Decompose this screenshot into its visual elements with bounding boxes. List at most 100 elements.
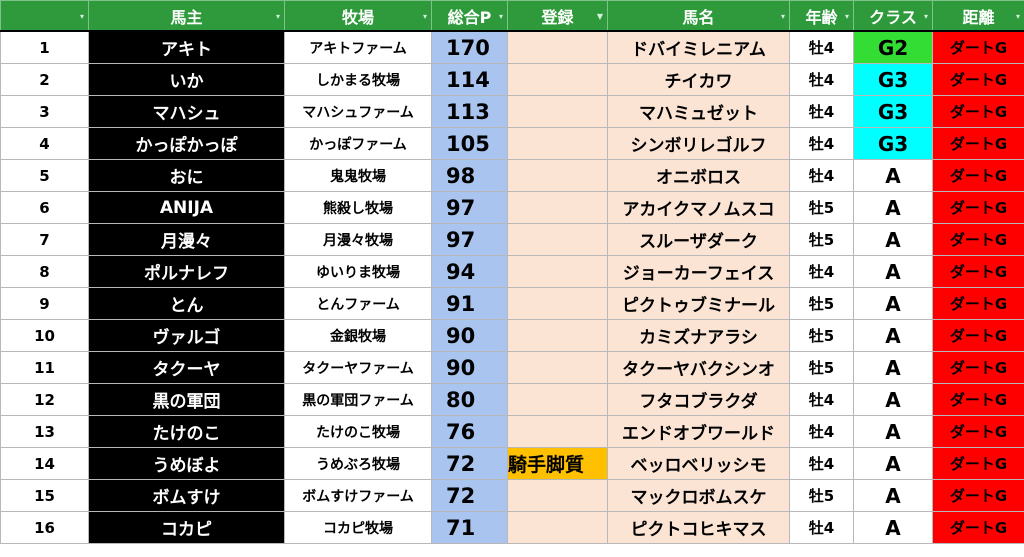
registration-cell[interactable]	[507, 351, 608, 384]
age-cell[interactable]: 牡4	[789, 127, 854, 160]
rank-cell[interactable]: 1	[0, 30, 89, 64]
distance-cell[interactable]: ダートG	[932, 127, 1024, 160]
table-row[interactable]: 6 ANIJA 熊殺し牧場 97 アカイクマノムスコ 牡5 A ダートG	[0, 191, 1024, 224]
rank-cell[interactable]: 7	[0, 223, 89, 256]
registration-cell[interactable]	[507, 255, 608, 288]
horse-name-cell[interactable]: ドバイミレニアム	[607, 30, 790, 64]
registration-cell[interactable]	[507, 479, 608, 512]
header-distance[interactable]: 距離 ▾	[932, 0, 1024, 32]
filter-icon[interactable]: ▾	[781, 13, 785, 21]
class-cell[interactable]: A	[853, 287, 933, 320]
ranch-cell[interactable]: しかまる牧場	[284, 63, 432, 96]
owner-cell[interactable]: うめぼよ	[88, 447, 285, 480]
table-row[interactable]: 9 とん とんファーム 91 ピクトゥブミナール 牡5 A ダートG	[0, 287, 1024, 320]
distance-cell[interactable]: ダートG	[932, 95, 1024, 128]
owner-cell[interactable]: ANIJA	[88, 191, 285, 224]
horse-name-cell[interactable]: カミズナアラシ	[607, 319, 790, 352]
table-row[interactable]: 7 月漫々 月漫々牧場 97 スルーザダーク 牡5 A ダートG	[0, 223, 1024, 256]
points-cell[interactable]: 170	[431, 30, 508, 64]
points-cell[interactable]: 72	[431, 447, 508, 480]
ranch-cell[interactable]: とんファーム	[284, 287, 432, 320]
class-cell[interactable]: A	[853, 191, 933, 224]
rank-cell[interactable]: 3	[0, 95, 89, 128]
class-cell[interactable]: A	[853, 255, 933, 288]
registration-cell[interactable]: 騎手脚質	[507, 447, 608, 480]
class-cell[interactable]: G3	[853, 63, 933, 96]
table-row[interactable]: 2 いか しかまる牧場 114 チイカワ 牡4 G3 ダートG	[0, 63, 1024, 96]
age-cell[interactable]: 牡5	[789, 287, 854, 320]
registration-cell[interactable]	[507, 127, 608, 160]
table-row[interactable]: 12 黒の軍団 黒の軍団ファーム 80 フタコブラクダ 牡4 A ダートG	[0, 383, 1024, 416]
table-row[interactable]: 14 うめぼよ うめぶろ牧場 72 騎手脚質 ベッロベリッシモ 牡4 A ダートG	[0, 447, 1024, 480]
points-cell[interactable]: 90	[431, 319, 508, 352]
ranch-cell[interactable]: 黒の軍団ファーム	[284, 383, 432, 416]
distance-cell[interactable]: ダートG	[932, 351, 1024, 384]
points-cell[interactable]: 113	[431, 95, 508, 128]
points-cell[interactable]: 90	[431, 351, 508, 384]
owner-cell[interactable]: マハシュ	[88, 95, 285, 128]
registration-cell[interactable]	[507, 383, 608, 416]
rank-cell[interactable]: 15	[0, 479, 89, 512]
class-cell[interactable]: A	[853, 415, 933, 448]
filter-icon[interactable]: ▾	[423, 13, 427, 21]
header-owner[interactable]: 馬主 ▾	[88, 0, 285, 32]
age-cell[interactable]: 牡5	[789, 223, 854, 256]
horse-name-cell[interactable]: フタコブラクダ	[607, 383, 790, 416]
age-cell[interactable]: 牡5	[789, 319, 854, 352]
horse-name-cell[interactable]: スルーザダーク	[607, 223, 790, 256]
table-row[interactable]: 11 タクーヤ タクーヤファーム 90 タクーヤバクシンオ 牡5 A ダートG	[0, 351, 1024, 384]
horse-name-cell[interactable]: マックロボムスケ	[607, 479, 790, 512]
registration-cell[interactable]	[507, 511, 608, 544]
distance-cell[interactable]: ダートG	[932, 447, 1024, 480]
distance-cell[interactable]: ダートG	[932, 415, 1024, 448]
header-age[interactable]: 年齢 ▾	[789, 0, 854, 32]
horse-name-cell[interactable]: シンボリレゴルフ	[607, 127, 790, 160]
horse-name-cell[interactable]: アカイクマノムスコ	[607, 191, 790, 224]
ranch-cell[interactable]: 月漫々牧場	[284, 223, 432, 256]
header-ranch[interactable]: 牧場 ▾	[284, 0, 432, 32]
rank-cell[interactable]: 16	[0, 511, 89, 544]
points-cell[interactable]: 72	[431, 479, 508, 512]
ranch-cell[interactable]: コカピ牧場	[284, 511, 432, 544]
points-cell[interactable]: 91	[431, 287, 508, 320]
owner-cell[interactable]: 黒の軍団	[88, 383, 285, 416]
age-cell[interactable]: 牡4	[789, 255, 854, 288]
rank-cell[interactable]: 11	[0, 351, 89, 384]
owner-cell[interactable]: ポルナレフ	[88, 255, 285, 288]
horse-name-cell[interactable]: ジョーカーフェイス	[607, 255, 790, 288]
points-cell[interactable]: 105	[431, 127, 508, 160]
age-cell[interactable]: 牡4	[789, 415, 854, 448]
ranch-cell[interactable]: タクーヤファーム	[284, 351, 432, 384]
ranch-cell[interactable]: 熊殺し牧場	[284, 191, 432, 224]
rank-cell[interactable]: 14	[0, 447, 89, 480]
rank-cell[interactable]: 4	[0, 127, 89, 160]
owner-cell[interactable]: タクーヤ	[88, 351, 285, 384]
distance-cell[interactable]: ダートG	[932, 479, 1024, 512]
filter-icon[interactable]: ▾	[845, 13, 849, 21]
distance-cell[interactable]: ダートG	[932, 287, 1024, 320]
rank-cell[interactable]: 12	[0, 383, 89, 416]
horse-name-cell[interactable]: タクーヤバクシンオ	[607, 351, 790, 384]
ranch-cell[interactable]: アキトファーム	[284, 30, 432, 64]
points-cell[interactable]: 98	[431, 159, 508, 192]
horse-name-cell[interactable]: オニボロス	[607, 159, 790, 192]
rank-cell[interactable]: 6	[0, 191, 89, 224]
table-row[interactable]: 15 ボムすけ ボムすけファーム 72 マックロボムスケ 牡5 A ダートG	[0, 479, 1024, 512]
age-cell[interactable]: 牡5	[789, 191, 854, 224]
registration-cell[interactable]	[507, 319, 608, 352]
rank-cell[interactable]: 13	[0, 415, 89, 448]
table-row[interactable]: 10 ヴァルゴ 金銀牧場 90 カミズナアラシ 牡5 A ダートG	[0, 319, 1024, 352]
owner-cell[interactable]: かっぽかっぽ	[88, 127, 285, 160]
owner-cell[interactable]: ボムすけ	[88, 479, 285, 512]
registration-cell[interactable]	[507, 95, 608, 128]
points-cell[interactable]: 114	[431, 63, 508, 96]
filter-icon[interactable]: ▾	[276, 13, 280, 21]
rank-cell[interactable]: 2	[0, 63, 89, 96]
class-cell[interactable]: A	[853, 447, 933, 480]
age-cell[interactable]: 牡5	[789, 479, 854, 512]
table-row[interactable]: 5 おに 鬼鬼牧場 98 オニボロス 牡4 A ダートG	[0, 159, 1024, 192]
registration-cell[interactable]	[507, 63, 608, 96]
age-cell[interactable]: 牡4	[789, 159, 854, 192]
points-cell[interactable]: 71	[431, 511, 508, 544]
owner-cell[interactable]: おに	[88, 159, 285, 192]
